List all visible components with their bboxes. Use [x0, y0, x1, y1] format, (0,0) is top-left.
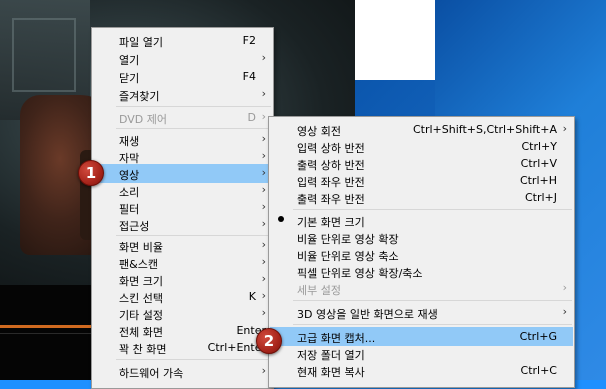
- chevron-right-icon: ›: [261, 217, 266, 230]
- menu-item-shortcut: F2: [242, 34, 256, 47]
- menu-item-shortcut: Ctrl+Shift+S,Ctrl+Shift+A: [412, 123, 557, 136]
- menu-item-label: 즐겨찾기: [119, 90, 160, 103]
- menu-item-shortcut: F4: [242, 70, 256, 83]
- menu-item-label: 세부 설정: [297, 284, 341, 297]
- menu-separator: [116, 128, 271, 129]
- menu-item-shortcut: D: [247, 111, 256, 124]
- menu-item-accessibility[interactable]: 접근성 ›: [93, 215, 272, 234]
- chevron-right-icon: ›: [562, 305, 567, 318]
- menu-item-hardware-acceleration[interactable]: 하드웨어 가속 ›: [93, 362, 272, 381]
- submenu-item-detail-settings[interactable]: 세부 설정 ›: [270, 279, 573, 298]
- menu-item-open-file[interactable]: 파일 열기 F2: [93, 31, 272, 50]
- chevron-right-icon: ›: [261, 183, 266, 196]
- menu-item-shortcut: K: [248, 290, 256, 303]
- chevron-right-icon: ›: [261, 200, 266, 213]
- chevron-right-icon: ›: [562, 122, 567, 135]
- menu-item-label: 출력 좌우 반전: [297, 193, 365, 206]
- menu-item-close[interactable]: 닫기 F4: [93, 67, 272, 86]
- video-submenu: 영상 회전 Ctrl+Shift+S,Ctrl+Shift+A › 입력 상하 …: [268, 116, 575, 388]
- menu-item-dvd-control[interactable]: DVD 제어 D ›: [93, 108, 272, 127]
- chevron-right-icon: ›: [261, 149, 266, 162]
- menu-item-open[interactable]: 열기 ›: [93, 49, 272, 68]
- menu-item-label: 파일 열기: [119, 36, 163, 49]
- chevron-right-icon: ›: [261, 306, 266, 319]
- chevron-right-icon: ›: [261, 255, 266, 268]
- menu-item-label: DVD 제어: [119, 113, 168, 126]
- menu-item-label: 닫기: [119, 72, 140, 85]
- submenu-item-output-flip-horizontal[interactable]: 출력 좌우 반전 Ctrl+J: [270, 188, 573, 207]
- submenu-item-copy-frame[interactable]: 현재 화면 복사 Ctrl+C: [270, 361, 573, 380]
- menu-item-label: 접근성: [119, 220, 150, 233]
- chevron-right-icon: ›: [261, 51, 266, 64]
- radio-bullet-icon: [278, 216, 284, 222]
- menu-separator: [293, 209, 572, 210]
- menu-separator: [116, 359, 271, 360]
- menu-item-shortcut: Ctrl+V: [520, 157, 557, 170]
- step-2-badge: 2: [256, 328, 282, 354]
- chevron-right-icon: ›: [261, 364, 266, 377]
- menu-item-favorites[interactable]: 즐겨찾기 ›: [93, 85, 272, 104]
- menu-item-label: 꽉 찬 화면: [119, 343, 167, 356]
- chevron-right-icon: ›: [261, 272, 266, 285]
- menu-item-shortcut: Ctrl+Y: [521, 140, 557, 153]
- menu-item-label: 현재 화면 복사: [297, 366, 365, 379]
- menu-item-label: 3D 영상을 일반 화면으로 재생: [297, 308, 438, 321]
- menu-item-shortcut: Ctrl+C: [520, 364, 557, 377]
- chevron-right-icon: ›: [261, 132, 266, 145]
- menu-separator: [116, 106, 271, 107]
- menu-item-label: 하드웨어 가속: [119, 367, 184, 380]
- context-menu: 파일 열기 F2 열기 › 닫기 F4 즐겨찾기 › DVD 제어 D › 재생…: [91, 27, 274, 389]
- menu-item-shortcut: Ctrl+G: [519, 330, 557, 343]
- step-1-badge: 1: [78, 160, 104, 186]
- blank-window-area: [355, 0, 435, 80]
- scene-panel: [12, 18, 76, 92]
- chevron-right-icon: ›: [562, 281, 567, 294]
- chevron-right-icon: ›: [261, 87, 266, 100]
- chevron-right-icon: ›: [261, 166, 266, 179]
- chevron-right-icon: ›: [261, 238, 266, 251]
- menu-separator: [293, 300, 572, 301]
- chevron-right-icon: ›: [261, 289, 266, 302]
- menu-separator: [293, 324, 572, 325]
- menu-item-shortcut: Ctrl+J: [524, 191, 557, 204]
- chevron-right-icon: ›: [261, 110, 266, 123]
- submenu-item-3d-to-2d[interactable]: 3D 영상을 일반 화면으로 재생 ›: [270, 303, 573, 322]
- menu-item-label: 열기: [119, 54, 140, 67]
- menu-item-shortcut: Ctrl+H: [519, 174, 557, 187]
- menu-item-fill-screen[interactable]: 꽉 찬 화면 Ctrl+Enter: [93, 338, 272, 357]
